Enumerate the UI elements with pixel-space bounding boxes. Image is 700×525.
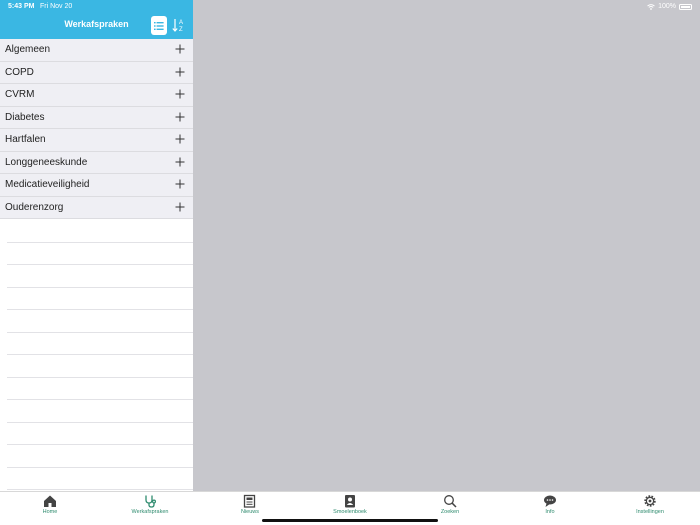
category-label: Hartfalen: [5, 134, 46, 145]
home-indicator: [262, 519, 438, 522]
category-row[interactable]: Algemeen: [0, 39, 193, 62]
category-row[interactable]: Longgeneeskunde: [0, 151, 193, 174]
battery-icon: [679, 3, 692, 10]
tab-label: Werkafspraken: [131, 509, 169, 515]
sidebar: Werkafspraken A Z Algemeen COPD CVRM Diabet…: [0, 0, 193, 491]
empty-row-separator: [7, 489, 193, 490]
wifi-icon: [647, 3, 655, 10]
tab-instellingen[interactable]: Instellingen: [620, 492, 680, 518]
home-icon: [44, 495, 56, 507]
stethoscope-icon: [145, 495, 157, 508]
category-label: CVRM: [5, 89, 35, 100]
empty-list-area: [0, 219, 193, 491]
tab-info[interactable]: Info: [520, 492, 580, 518]
tab-label: Nieuws: [240, 509, 260, 515]
status-time: 5:43 PM: [8, 3, 35, 10]
empty-row-separator: [7, 309, 193, 310]
plus-icon[interactable]: [175, 157, 185, 167]
plus-icon[interactable]: [175, 44, 185, 54]
category-row[interactable]: CVRM: [0, 84, 193, 107]
search-icon: [444, 495, 457, 508]
tab-label: Home: [42, 509, 58, 515]
plus-icon[interactable]: [175, 89, 185, 99]
contact-book-icon: [345, 495, 355, 508]
empty-row-separator: [7, 421, 193, 423]
status-bar: 5:43 PM Fri Nov 20 100%: [0, 0, 700, 13]
svg-text:A: A: [179, 20, 183, 26]
plus-icon[interactable]: [175, 202, 185, 212]
tab-nieuws[interactable]: Nieuws: [220, 492, 280, 518]
list-icon: [154, 21, 164, 30]
category-label: Algemeen: [5, 44, 51, 55]
empty-row-separator: [7, 354, 193, 355]
battery-percentage: 100%: [658, 3, 676, 10]
category-row[interactable]: COPD: [0, 61, 193, 84]
category-label: Ouderenzorg: [5, 201, 64, 213]
tab-label: Smoelenboek: [333, 509, 367, 515]
plus-icon[interactable]: [175, 179, 185, 189]
tab-home[interactable]: Home: [20, 492, 80, 518]
tab-label: Instellingen: [636, 509, 664, 515]
category-label: Longgeneeskunde: [5, 156, 88, 168]
empty-row-separator: [7, 264, 193, 265]
tab-smoelenboek[interactable]: Smoelenboek: [320, 492, 380, 518]
sort-az-icon[interactable]: A Z: [172, 17, 185, 33]
newspaper-icon: [243, 494, 256, 508]
empty-row-separator: [7, 331, 193, 333]
empty-row-separator: [7, 241, 193, 243]
category-label: Medicatieveiligheid: [5, 179, 90, 190]
empty-row-separator: [7, 376, 193, 378]
plus-icon[interactable]: [175, 112, 185, 122]
plus-icon[interactable]: [175, 67, 185, 77]
category-row[interactable]: Ouderenzorg: [0, 196, 193, 219]
tab-label: Info: [545, 509, 555, 515]
empty-row-separator: [7, 466, 193, 468]
status-indicators: 100%: [647, 3, 692, 10]
gear-icon: [644, 495, 656, 507]
category-label: Diabetes: [5, 111, 45, 123]
empty-row-separator: [7, 286, 193, 288]
category-row[interactable]: Hartfalen: [0, 129, 193, 152]
empty-row-separator: [7, 444, 193, 445]
category-row[interactable]: Medicatieveiligheid: [0, 174, 193, 197]
list-view-button[interactable]: [151, 16, 167, 35]
tab-zoeken[interactable]: Zoeken: [420, 492, 480, 518]
category-row[interactable]: Diabetes: [0, 106, 193, 129]
chat-bubble-icon: [544, 495, 556, 507]
tab-werkafspraken[interactable]: Werkafspraken: [120, 492, 180, 518]
category-label: COPD: [5, 66, 34, 78]
svg-text:Z: Z: [179, 27, 183, 33]
empty-row-separator: [7, 399, 193, 400]
plus-icon[interactable]: [175, 134, 185, 144]
tab-label: Zoeken: [440, 509, 460, 515]
status-date: Fri Nov 20: [40, 3, 73, 10]
category-list: Algemeen COPD CVRM Diabetes Hartfalen Longgen…: [0, 39, 193, 219]
